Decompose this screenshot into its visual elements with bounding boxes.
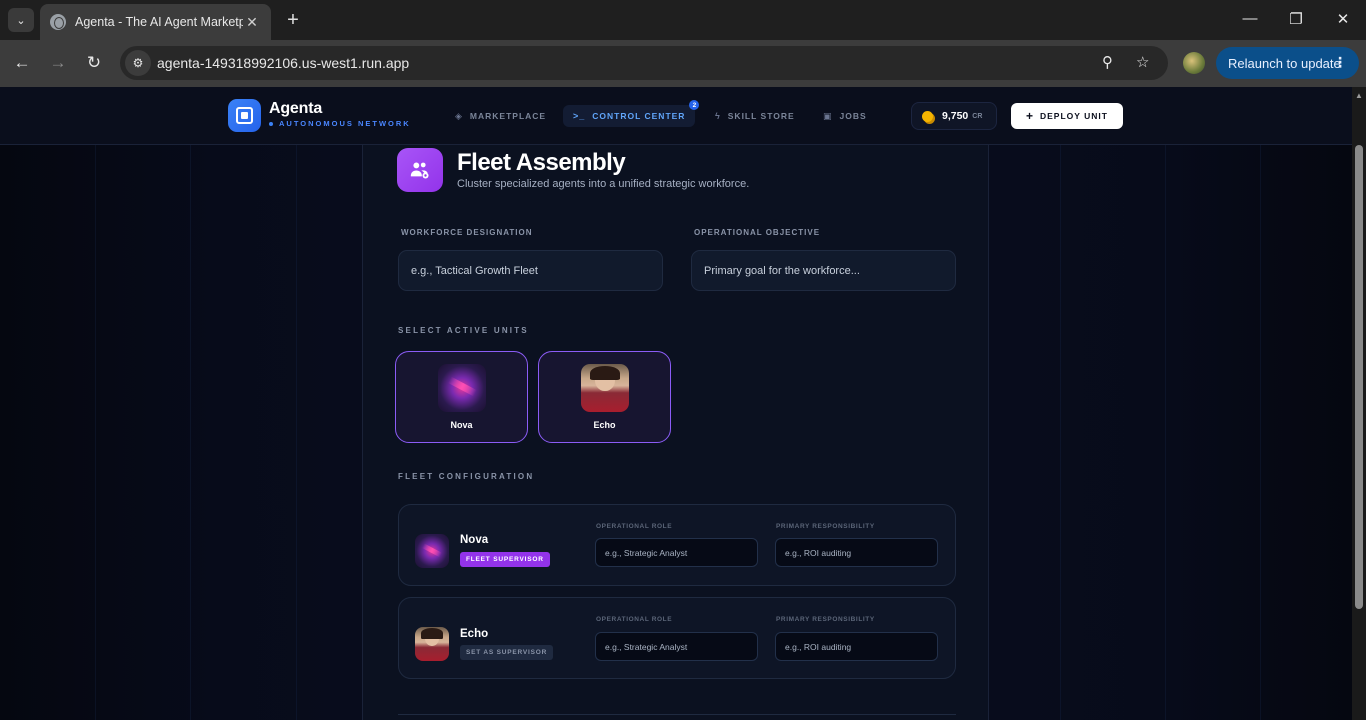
deploy-unit-button[interactable]: + DEPLOY UNIT <box>1011 103 1123 129</box>
bg-stripe <box>296 87 297 720</box>
chip-icon <box>236 107 253 124</box>
tab-search-button[interactable]: ⌄ <box>8 8 34 32</box>
browser-tabbar: ⌄ Agenta - The AI Agent Marketplace ✕ + … <box>0 0 1366 40</box>
minimize-icon[interactable]: — <box>1240 10 1260 27</box>
nav-control-center[interactable]: >_ CONTROL CENTER 2 <box>563 100 700 127</box>
unit-card-nova[interactable]: Nova <box>395 351 528 443</box>
layers-icon: ◈ <box>455 110 463 121</box>
address-bar[interactable]: ⚙ agenta-149318992106.us-west1.run.app ⚲… <box>120 46 1168 80</box>
credits-value: 9,750 <box>942 110 969 122</box>
panel-title: Fleet Assembly <box>457 149 626 176</box>
relaunch-button[interactable]: Relaunch to update ⋮ <box>1216 47 1359 79</box>
brand-name: Agenta <box>269 100 323 117</box>
scroll-up-icon[interactable]: ▲ <box>1355 91 1363 100</box>
config-card-nova: Nova FLEET SUPERVISOR OPERATIONAL ROLE e… <box>398 504 956 586</box>
credits-balance: 9,750 CR <box>911 102 997 130</box>
status-dot-icon <box>269 121 273 126</box>
set-as-supervisor-button[interactable]: SET AS SUPERVISOR <box>460 645 554 660</box>
users-cog-icon <box>397 148 443 192</box>
restore-icon[interactable]: ❐ <box>1286 10 1306 28</box>
avatar <box>415 627 449 661</box>
fleet-assembly-panel: Fleet Assembly Cluster specialized agent… <box>362 145 989 720</box>
terminal-icon: >_ <box>573 111 586 121</box>
credits-unit: CR <box>972 112 983 120</box>
notification-badge: 2 <box>689 100 700 110</box>
fleet-supervisor-badge[interactable]: FLEET SUPERVISOR <box>460 552 550 567</box>
background-right <box>989 87 1352 720</box>
coins-icon <box>922 110 933 122</box>
nav-skill-store[interactable]: ϟ SKILL STORE <box>715 105 795 127</box>
brand-tagline: AUTONOMOUS NETWORK <box>269 119 411 128</box>
close-window-icon[interactable]: ✕ <box>1333 10 1353 28</box>
relaunch-label: Relaunch to update <box>1228 55 1341 71</box>
profile-avatar[interactable] <box>1183 52 1205 74</box>
logo[interactable] <box>228 99 261 132</box>
primary-responsibility-input[interactable]: e.g., ROI auditing <box>775 538 938 567</box>
fleet-configuration-heading: FLEET CONFIGURATION <box>398 472 535 481</box>
page: Agenta AUTONOMOUS NETWORK ◈ MARKETPLACE … <box>0 87 1352 720</box>
nav-jobs[interactable]: ▣ JOBS <box>823 105 867 127</box>
config-unit-name: Nova <box>460 534 489 546</box>
unit-card-echo[interactable]: Echo <box>538 351 671 443</box>
workforce-designation-input[interactable]: e.g., Tactical Growth Fleet <box>398 250 663 291</box>
nova-avatar-image <box>415 534 449 568</box>
bolt-icon: ϟ <box>715 111 721 121</box>
nav-label: MARKETPLACE <box>469 111 547 121</box>
background-left <box>0 87 362 720</box>
echo-avatar-image <box>415 627 449 661</box>
responsibility-label: PRIMARY RESPONSIBILITY <box>776 616 875 623</box>
browser-tab[interactable]: Agenta - The AI Agent Marketplace ✕ <box>40 4 271 40</box>
nav-label: SKILL STORE <box>727 111 795 121</box>
bg-stripe <box>1060 87 1061 720</box>
zoom-icon[interactable]: ⚲ <box>1102 53 1113 71</box>
divider <box>398 714 956 715</box>
panel-subtitle: Cluster specialized agents into a unifie… <box>457 178 750 190</box>
new-tab-button[interactable]: + <box>282 8 304 32</box>
forward-icon[interactable]: → <box>46 51 70 75</box>
bg-stripe <box>1165 87 1166 720</box>
bg-stripe <box>1260 87 1261 720</box>
operational-role-input[interactable]: e.g., Strategic Analyst <box>595 538 758 567</box>
role-label: OPERATIONAL ROLE <box>596 616 673 623</box>
more-menu-icon[interactable]: ⋮ <box>1333 54 1347 71</box>
browser-toolbar: ← → ↻ ⚙ agenta-149318992106.us-west1.run… <box>0 40 1366 87</box>
avatar <box>581 364 629 412</box>
url-text: agenta-149318992106.us-west1.run.app <box>157 55 410 71</box>
role-label: OPERATIONAL ROLE <box>596 523 673 530</box>
unit-name: Echo <box>593 420 616 430</box>
plus-icon: + <box>1025 109 1034 123</box>
scroll-thumb[interactable] <box>1355 145 1363 609</box>
config-card-echo: Echo SET AS SUPERVISOR OPERATIONAL ROLE … <box>398 597 956 679</box>
primary-responsibility-input[interactable]: e.g., ROI auditing <box>775 632 938 661</box>
bg-stripe <box>190 87 191 720</box>
briefcase-icon: ▣ <box>823 110 833 121</box>
avatar <box>415 534 449 568</box>
back-icon[interactable]: ← <box>10 51 34 75</box>
nav-label: JOBS <box>839 111 867 121</box>
echo-avatar-image <box>581 364 629 412</box>
close-tab-icon[interactable]: ✕ <box>243 14 261 31</box>
tab-title: Agenta - The AI Agent Marketplace <box>75 15 243 29</box>
designation-label: WORKFORCE DESIGNATION <box>401 228 533 237</box>
objective-label: OPERATIONAL OBJECTIVE <box>694 228 821 237</box>
responsibility-label: PRIMARY RESPONSIBILITY <box>776 523 875 530</box>
bookmark-star-icon[interactable]: ☆ <box>1136 53 1149 71</box>
nova-avatar-image <box>438 364 486 412</box>
config-unit-name: Echo <box>460 628 489 640</box>
deploy-label: DEPLOY UNIT <box>1040 111 1108 121</box>
reload-icon[interactable]: ↻ <box>82 51 106 75</box>
unit-name: Nova <box>450 420 473 430</box>
brand-tagline-text: AUTONOMOUS NETWORK <box>279 119 411 128</box>
nav-marketplace[interactable]: ◈ MARKETPLACE <box>455 105 546 127</box>
bg-stripe <box>95 87 96 720</box>
operational-objective-input[interactable]: Primary goal for the workforce... <box>691 250 956 291</box>
page-scrollbar[interactable]: ▲ <box>1352 87 1366 720</box>
nav-label: CONTROL CENTER <box>592 111 686 121</box>
globe-icon <box>50 14 66 30</box>
site-settings-icon[interactable]: ⚙ <box>125 50 151 76</box>
operational-role-input[interactable]: e.g., Strategic Analyst <box>595 632 758 661</box>
select-units-heading: SELECT ACTIVE UNITS <box>398 326 529 335</box>
avatar <box>438 364 486 412</box>
app-header: Agenta AUTONOMOUS NETWORK ◈ MARKETPLACE … <box>0 87 1352 145</box>
